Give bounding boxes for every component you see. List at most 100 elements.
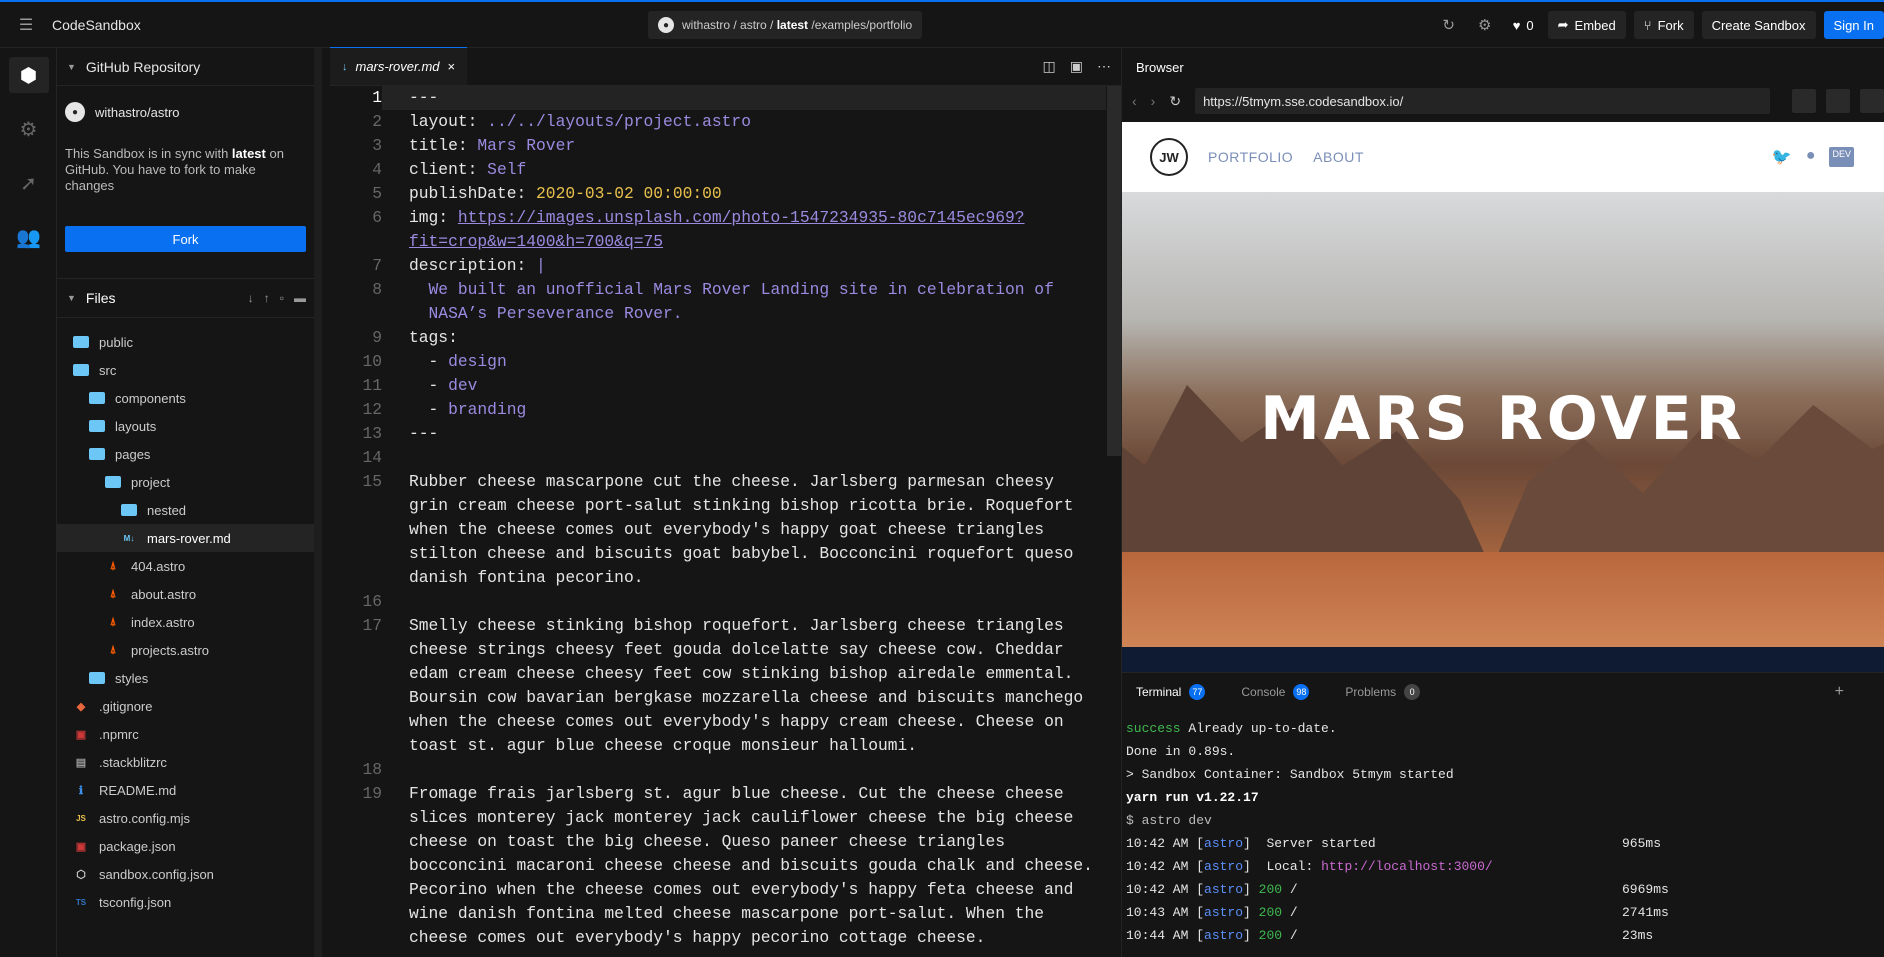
file-tree-item[interactable]: ⍋ 404.astro	[57, 552, 314, 580]
embed-button[interactable]: ➦ Embed	[1547, 11, 1626, 39]
line-number: 16	[362, 592, 382, 611]
split-view-icon[interactable]: ◫	[1043, 58, 1056, 75]
code-token: when the cheese comes out everybody's ha…	[409, 712, 1064, 731]
file-tree-item[interactable]: components	[57, 384, 314, 412]
refresh-icon[interactable]: ↻	[1435, 11, 1463, 39]
terminal-output[interactable]: success Already up-to-date. Done in 0.89…	[1122, 711, 1884, 947]
log-tag: astro	[1204, 859, 1244, 874]
more-icon[interactable]: ⋯	[1097, 58, 1111, 75]
forward-icon[interactable]: ›	[1151, 93, 1156, 109]
new-file-icon[interactable]: ▫	[280, 291, 284, 305]
tab-problems[interactable]: Problems 0	[1345, 684, 1421, 700]
file-tree-item[interactable]: nested	[57, 496, 314, 524]
code-line: cheese strings cheesy feet gouda dolcela…	[409, 638, 1064, 662]
file-tree-item[interactable]: layouts	[57, 412, 314, 440]
like-button[interactable]: ♥ 0	[1507, 18, 1540, 33]
github-icon[interactable]: ●	[1806, 147, 1816, 167]
log-duration: 2741ms	[1622, 905, 1669, 920]
file-tree-item[interactable]: ⬡ sandbox.config.json	[57, 860, 314, 888]
github-repo-tab[interactable]: ⬢	[0, 48, 57, 102]
heart-icon: ♥	[1512, 17, 1521, 33]
nav-about[interactable]: ABOUT	[1313, 149, 1364, 165]
code-area[interactable]: 1 --- 2 layout: ../../layouts/project.astro…	[330, 86, 1106, 957]
file-tree-item[interactable]: TS tsconfig.json	[57, 888, 314, 916]
repo-link[interactable]: ● withastro/astro	[57, 86, 314, 122]
code-line: danish fontina pecorino.	[409, 566, 644, 590]
deploy-tab[interactable]: ➚	[0, 156, 57, 210]
copy-icon[interactable]	[1860, 89, 1884, 113]
file-tree-item[interactable]: ℹ README.md	[57, 776, 314, 804]
fork-sandbox-button[interactable]: Fork	[65, 226, 306, 252]
code-token: edam cream cheese cheesy feet cow stinki…	[409, 664, 1074, 683]
preview-icon[interactable]: ▣	[1070, 58, 1083, 75]
twitter-icon[interactable]: 🐦	[1772, 147, 1792, 167]
sign-in-button[interactable]: Sign In	[1823, 11, 1884, 39]
browser-title: Browser	[1136, 59, 1184, 75]
code-token: layout	[409, 112, 468, 131]
github-repository-header[interactable]: ▼ GitHub Repository	[57, 48, 314, 86]
terminal-log-line: 10:44 AM [astro] 200 /23ms	[1126, 924, 1884, 947]
activity-bar: ⬢ ⚙ ➚ 👥	[0, 48, 57, 957]
hamburger-menu-icon[interactable]: ☰	[0, 2, 52, 48]
file-tree-item[interactable]: JS astro.config.mjs	[57, 804, 314, 832]
line-number: 19	[362, 784, 382, 803]
npm-file-icon: ▣	[75, 728, 87, 741]
files-header[interactable]: ▼ Files ↓ ↑ ▫ ▬	[57, 278, 314, 318]
code-token: fit=crop&w=1400&h=700&q=75	[409, 232, 664, 251]
create-sandbox-button[interactable]: Create Sandbox	[1701, 11, 1816, 39]
file-tree-item[interactable]: ▣ package.json	[57, 832, 314, 860]
settings-gear-icon[interactable]: ⚙	[1471, 11, 1499, 39]
reload-icon[interactable]: ↻	[1169, 93, 1181, 110]
log-tag: astro	[1204, 905, 1244, 920]
site-logo[interactable]: JW	[1150, 138, 1188, 176]
upload-icon[interactable]: ↑	[264, 291, 270, 305]
file-tree-item[interactable]: public	[57, 328, 314, 356]
brand-name[interactable]: CodeSandbox	[52, 17, 141, 33]
log-tag: astro	[1204, 882, 1244, 897]
code-token: https://images.unsplash.com/photo-154723…	[457, 208, 1025, 227]
file-tree-item[interactable]: ⍋ projects.astro	[57, 636, 314, 664]
file-tree-item[interactable]: pages	[57, 440, 314, 468]
log-time: 10:42 AM	[1126, 859, 1189, 874]
tab-console[interactable]: Console 98	[1241, 684, 1310, 700]
open-new-window-icon[interactable]	[1826, 89, 1850, 113]
log-message: /	[1282, 882, 1298, 897]
file-name: components	[115, 390, 186, 406]
fullscreen-icon[interactable]	[1792, 89, 1816, 113]
dev-icon[interactable]: DEV	[1829, 147, 1854, 167]
editor-scrollbar[interactable]	[1107, 86, 1121, 456]
file-tree-item[interactable]: ⍋ index.astro	[57, 608, 314, 636]
download-icon[interactable]: ↓	[248, 291, 254, 305]
file-tree-item[interactable]: src	[57, 356, 314, 384]
file-tree-item[interactable]: project	[57, 468, 314, 496]
editor-tab-mars-rover[interactable]: ↓ mars-rover.md ×	[330, 47, 468, 85]
log-link[interactable]: http://localhost:3000/	[1321, 859, 1493, 874]
repo-breadcrumb[interactable]: ● withastro / astro / latest /examples/p…	[648, 11, 923, 39]
new-folder-icon[interactable]: ▬	[294, 291, 306, 305]
file-tree-item[interactable]: ◆ .gitignore	[57, 692, 314, 720]
file-tree-item[interactable]: M↓ mars-rover.md	[57, 524, 314, 552]
add-terminal-icon[interactable]: +	[1835, 683, 1884, 701]
code-token: toast st. agur blue cheese croque monsie…	[409, 736, 918, 755]
close-icon[interactable]: ×	[448, 59, 456, 74]
file-tree-item[interactable]: ⍋ about.astro	[57, 580, 314, 608]
terminal-panel: Terminal 77 Console 98 Problems 0 + success…	[1122, 672, 1884, 957]
file-tree-item[interactable]: ▣ .npmrc	[57, 720, 314, 748]
code-token: -	[409, 376, 449, 395]
fork-button[interactable]: ⑂ Fork	[1633, 11, 1694, 39]
code-line: when the cheese comes out everybody's ha…	[409, 710, 1064, 734]
code-token: Fromage frais jarlsberg st. agur blue ch…	[409, 784, 1064, 803]
file-name: index.astro	[131, 614, 195, 630]
live-tab[interactable]: 👥	[0, 210, 57, 264]
tab-terminal[interactable]: Terminal 77	[1136, 684, 1206, 700]
chevron-down-icon: ▼	[67, 293, 76, 303]
file-tree-item[interactable]: styles	[57, 664, 314, 692]
nav-portfolio[interactable]: PORTFOLIO	[1208, 149, 1293, 165]
file-tree-item[interactable]: ▤ .stackblitzrc	[57, 748, 314, 776]
url-bar[interactable]: https://5tmym.sse.codesandbox.io/	[1195, 88, 1770, 114]
box-file-icon: ⬡	[76, 868, 86, 881]
file-file-icon: ▤	[75, 756, 87, 769]
settings-tab[interactable]: ⚙	[0, 102, 57, 156]
back-icon[interactable]: ‹	[1132, 93, 1137, 109]
astro-file-icon: ⍋	[109, 615, 117, 628]
